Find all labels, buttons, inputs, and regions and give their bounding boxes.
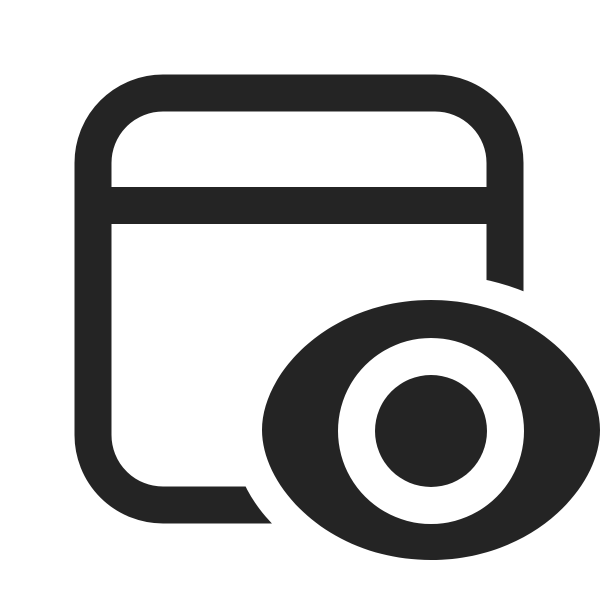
icon-canvas [0,0,600,600]
eye-pupil [375,375,487,487]
window-eye-icon [74,74,600,560]
title-bar-divider [93,187,505,224]
